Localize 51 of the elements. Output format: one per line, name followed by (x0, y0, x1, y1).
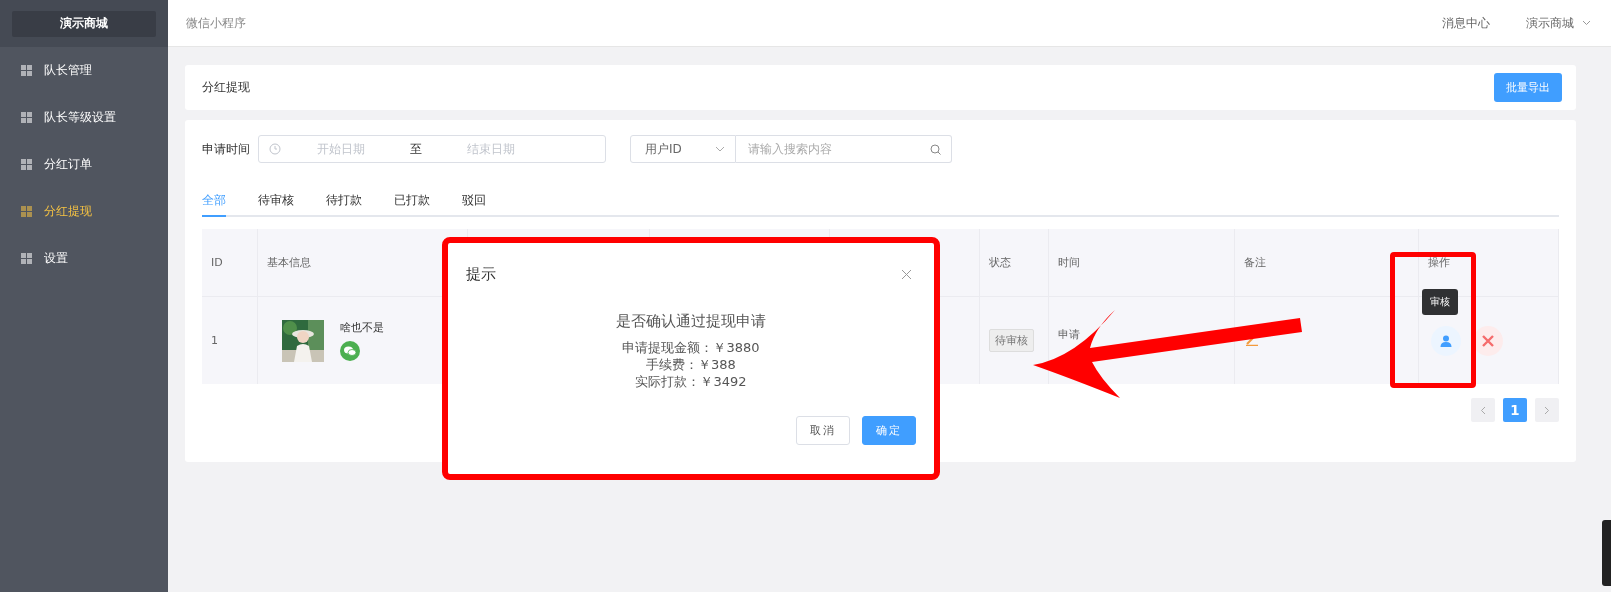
sidebar-item[interactable]: 队长等级设置 (0, 94, 168, 141)
sidebar-item[interactable]: 队长管理 (0, 47, 168, 94)
date-range-field[interactable]: 开始日期 至 结束日期 (258, 135, 606, 163)
user-name: 啥也不是 (340, 320, 384, 335)
sidebar-item[interactable]: 分红订单 (0, 141, 168, 188)
clock-icon (269, 143, 281, 155)
nav-link[interactable]: 消息中心 (1442, 14, 1490, 32)
tab[interactable]: 驳回 (462, 185, 486, 217)
scrollbar-thumb[interactable] (1602, 520, 1611, 586)
tab[interactable]: 待审核 (258, 185, 294, 217)
search-input[interactable]: 请输入搜索内容 (736, 142, 930, 156)
dialog-message: 是否确认通过提现申请 (616, 312, 766, 331)
tab[interactable]: 已打款 (394, 185, 430, 217)
page-title: 分红提现 (202, 79, 250, 96)
search-field[interactable]: 请输入搜索内容 (736, 135, 952, 163)
search-type-select[interactable]: 用户ID (630, 135, 736, 163)
column-header: ID (202, 229, 258, 297)
close-icon[interactable] (901, 269, 912, 280)
chevron-down-icon (715, 146, 725, 152)
table-cell: 1 (202, 297, 258, 384)
field-label: 申请时间 (202, 140, 250, 158)
sidebar-item[interactable]: 设置 (0, 235, 168, 282)
search-icon[interactable] (930, 143, 941, 155)
grid-icon (21, 65, 32, 76)
account-menu[interactable]: 演示商城 (1526, 14, 1591, 32)
approve-button[interactable] (1431, 325, 1461, 356)
status-tag: 待审核 (989, 329, 1034, 352)
grid-icon (21, 253, 32, 264)
sidebar-item[interactable]: 分红提现 (0, 188, 168, 235)
grid-icon (21, 206, 32, 217)
grid-icon (21, 112, 32, 123)
brand-logo: 演示商城 (12, 10, 156, 37)
column-header: 备注 (1235, 229, 1419, 297)
dialog-title: 提示 (466, 265, 496, 284)
close-icon (1482, 334, 1494, 347)
wechat-icon (340, 341, 360, 361)
detail-line: 手续费：￥388 (646, 356, 736, 373)
column-header: 状态 (980, 229, 1049, 297)
user-icon (1440, 334, 1452, 347)
table-cell: 申请 (1058, 327, 1080, 342)
detail-line: 申请提现金额：￥3880 (622, 339, 760, 356)
column-header: 时间 (1049, 229, 1235, 297)
chevron-left-icon (1480, 405, 1486, 415)
tooltip: 审核 (1422, 289, 1458, 315)
chevron-down-icon (1582, 20, 1591, 26)
chevron-right-icon (1544, 405, 1550, 415)
grid-icon (21, 159, 32, 170)
tab[interactable]: 待打款 (326, 185, 362, 217)
detail-line: 实际打款：￥3492 (635, 373, 747, 390)
cancel-button[interactable]: 取消 (796, 416, 850, 445)
app-name: 微信小程序 (186, 14, 246, 32)
